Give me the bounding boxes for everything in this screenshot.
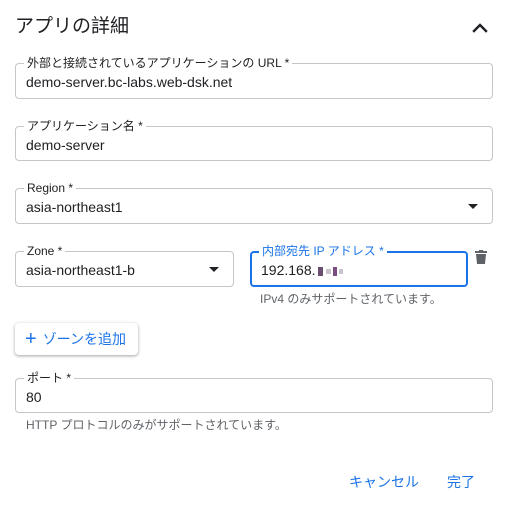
internal-ip-field-label: 内部宛先 IP アドレス * — [259, 243, 387, 259]
add-zone-button[interactable]: + ゾーンを追加 — [15, 323, 138, 355]
add-zone-label: ゾーンを追加 — [42, 331, 126, 347]
collapse-button[interactable] — [466, 14, 494, 42]
redacted-mark — [332, 266, 337, 276]
plus-icon: + — [25, 328, 37, 350]
app-name-field[interactable]: アプリケーション名 * demo-server — [15, 118, 493, 161]
app-details-panel: アプリの詳細 外部と接続されているアプリケーションの URL * demo-se… — [0, 0, 506, 517]
zone-select-label: Zone * — [24, 243, 66, 259]
caret-down-icon — [209, 267, 219, 272]
url-field[interactable]: 外部と接続されているアプリケーションの URL * demo-server.bc… — [15, 55, 493, 99]
url-field-value[interactable]: demo-server.bc-labs.web-dsk.net — [26, 73, 232, 91]
internal-ip-field[interactable]: 内部宛先 IP アドレス * 192.168. — [250, 243, 468, 287]
section-title: アプリの詳細 — [15, 16, 130, 37]
port-field-label: ポート * — [24, 370, 75, 386]
internal-ip-hint: IPv4 のみサポートされています。 — [260, 292, 442, 306]
region-select[interactable]: Region * asia-northeast1 — [15, 180, 493, 224]
app-name-field-value[interactable]: demo-server — [26, 136, 105, 154]
caret-down-icon — [468, 204, 478, 209]
redacted-mark — [325, 268, 331, 274]
port-hint: HTTP プロトコルのみがサポートされています。 — [26, 418, 287, 432]
internal-ip-text: 192.168. — [261, 262, 316, 278]
redacted-mark — [338, 268, 343, 274]
port-field[interactable]: ポート * 80 — [15, 370, 493, 413]
chevron-up-icon — [472, 23, 488, 33]
url-field-label: 外部と接続されているアプリケーションの URL * — [24, 55, 293, 71]
region-select-value: asia-northeast1 — [26, 199, 123, 215]
done-button[interactable]: 完了 — [447, 472, 475, 492]
zone-select-value: asia-northeast1-b — [26, 262, 135, 278]
delete-zone-button[interactable] — [472, 247, 490, 267]
cancel-button[interactable]: キャンセル — [349, 472, 419, 492]
app-name-field-label: アプリケーション名 * — [24, 118, 146, 134]
zone-select[interactable]: Zone * asia-northeast1-b — [15, 243, 234, 287]
port-field-value[interactable]: 80 — [26, 388, 42, 406]
redacted-mark — [317, 266, 323, 276]
internal-ip-field-value[interactable]: 192.168. — [261, 261, 343, 279]
region-select-label: Region * — [24, 180, 77, 196]
trash-icon — [475, 250, 487, 264]
